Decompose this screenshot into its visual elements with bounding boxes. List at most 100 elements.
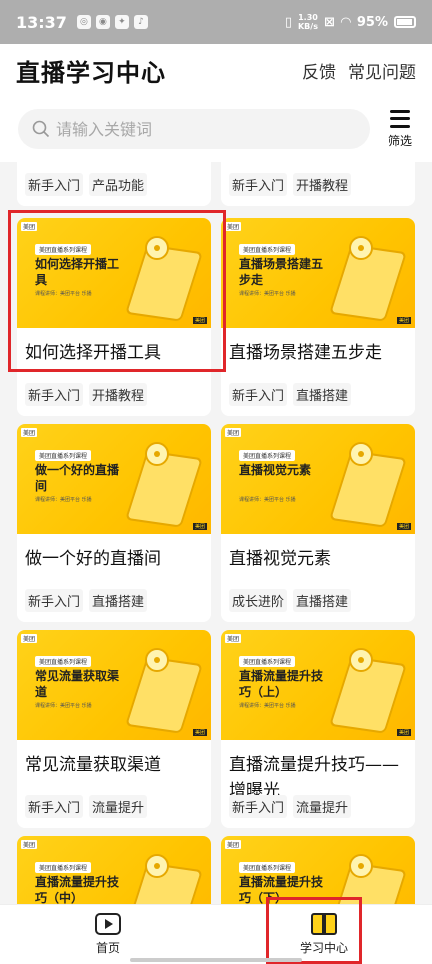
location-pin-icon xyxy=(349,854,373,878)
app-notification-icon: ◉ xyxy=(95,15,110,29)
search-input[interactable] xyxy=(56,119,336,139)
page-title: 直播学习中心 xyxy=(16,58,166,87)
faq-link[interactable]: 常见问题 xyxy=(348,58,416,83)
filter-label: 筛选 xyxy=(387,133,412,148)
tag[interactable]: 流量提升 xyxy=(89,795,148,818)
tag[interactable]: 开播教程 xyxy=(293,173,352,196)
search-icon xyxy=(32,120,50,138)
status-time: 13:37 xyxy=(16,12,67,32)
card-tags: 新手入门 开播教程 xyxy=(221,173,359,196)
status-right: ▯ 1.30 KB/s ⊠ ◠ 95% xyxy=(285,13,416,31)
card-tags: 新手入门 开播教程 xyxy=(17,383,155,406)
sim-icon: ⊠ xyxy=(323,14,335,30)
card-tags: 新手入门 流量提升 xyxy=(17,795,155,818)
speed-value: 1.30 xyxy=(298,13,318,22)
course-thumbnail: 美团 美团直播系列课程 直播视觉元素 课程讲师：美团平台 乐播 美团 xyxy=(221,424,415,534)
tiktok-icon: ♪ xyxy=(133,15,148,29)
brand-badge: 美团 xyxy=(225,222,242,231)
card-tags: 新手入门 直播搭建 xyxy=(221,383,359,406)
tag[interactable]: 成长进阶 xyxy=(229,589,288,612)
location-pin-icon xyxy=(145,854,169,878)
card-tags: 新手入门 产品功能 xyxy=(17,173,155,196)
tag[interactable]: 新手入门 xyxy=(25,589,84,612)
course-card[interactable]: 美团 美团直播系列课程 直播视觉元素 课程讲师：美团平台 乐播 美团 直播视觉元… xyxy=(221,424,415,622)
nav-home[interactable]: 首页 xyxy=(0,905,216,964)
brand-badge: 美团 xyxy=(225,840,242,849)
bottom-nav: 首页 学习中心 xyxy=(0,904,432,964)
app-notification-icon: ✦ xyxy=(114,15,129,29)
menu-icon xyxy=(390,109,410,128)
tag[interactable]: 新手入门 xyxy=(229,173,288,196)
thumbnail-title: 常见流量获取渠道 xyxy=(35,669,120,699)
location-pin-icon xyxy=(349,442,373,466)
vibrate-icon: ▯ xyxy=(284,14,292,30)
home-indicator xyxy=(130,958,302,962)
tag[interactable]: 新手入门 xyxy=(229,383,288,406)
thumbnail-speaker: 课程讲师：美团平台 乐播 xyxy=(35,497,92,503)
tag[interactable]: 直播搭建 xyxy=(89,589,148,612)
tag[interactable]: 产品功能 xyxy=(89,173,148,196)
notification-icons: ◎ ◉ ✦ ♪ xyxy=(76,15,148,29)
brand-logo: 美团 xyxy=(396,317,411,324)
course-thumbnail: 美团 美团直播系列课程 直播流量提升技巧（中） xyxy=(17,836,211,904)
series-badge: 美团直播系列课程 xyxy=(239,450,296,461)
course-card[interactable]: 美团 美团直播系列课程 做一个好的直播间 课程讲师：美团平台 乐播 美团 做一个… xyxy=(17,424,211,622)
location-pin-icon xyxy=(349,648,373,672)
course-card[interactable]: 新手入门 开播教程 xyxy=(221,162,415,206)
brand-logo: 美团 xyxy=(396,523,411,530)
battery-icon xyxy=(394,16,416,28)
course-card[interactable]: 美团 美团直播系列课程 直播流量提升技巧（下） xyxy=(221,836,415,904)
course-card[interactable]: 美团 美团直播系列课程 直播流量提升技巧（上） 课程讲师：美团平台 乐播 美团 … xyxy=(221,630,415,828)
series-badge: 美团直播系列课程 xyxy=(35,450,92,461)
location-pin-icon xyxy=(145,648,169,672)
series-badge: 美团直播系列课程 xyxy=(239,656,296,667)
header-links: 反馈 常见问题 xyxy=(302,58,416,83)
wifi-icon: ◠ xyxy=(340,14,351,30)
location-pin-icon xyxy=(349,236,373,260)
tag[interactable]: 新手入门 xyxy=(25,173,84,196)
feedback-link[interactable]: 反馈 xyxy=(302,58,336,83)
brand-badge: 美团 xyxy=(21,634,38,643)
battery-percent: 95% xyxy=(356,14,388,30)
thumbnail-speaker: 课程讲师：美团平台 乐播 xyxy=(239,497,296,503)
card-tags: 新手入门 直播搭建 xyxy=(17,589,155,612)
course-thumbnail: 美团 美团直播系列课程 做一个好的直播间 课程讲师：美团平台 乐播 美团 xyxy=(17,424,211,534)
tag[interactable]: 流量提升 xyxy=(293,795,352,818)
thumbnail-speaker: 课程讲师：美团平台 乐播 xyxy=(239,291,296,297)
course-thumbnail: 美团 美团直播系列课程 直播场景搭建五步走 课程讲师：美团平台 乐播 美团 xyxy=(221,218,415,328)
thumbnail-title: 直播视觉元素 xyxy=(239,463,312,477)
course-card[interactable]: 美团 美团直播系列课程 直播场景搭建五步走 课程讲师：美团平台 乐播 美团 直播… xyxy=(221,218,415,416)
brand-badge: 美团 xyxy=(225,634,242,643)
tag[interactable]: 直播搭建 xyxy=(293,589,352,612)
tag[interactable]: 新手入门 xyxy=(25,383,84,406)
thumbnail-title: 做一个好的直播间 xyxy=(35,463,120,493)
speed-unit: KB/s xyxy=(297,22,318,31)
course-thumbnail: 美团 美团直播系列课程 常见流量获取渠道 课程讲师：美团平台 乐播 美团 xyxy=(17,630,211,740)
brand-badge: 美团 xyxy=(21,840,38,849)
status-bar: 13:37 ◎ ◉ ✦ ♪ ▯ 1.30 KB/s ⊠ ◠ 95% xyxy=(0,0,432,44)
highlight-box xyxy=(266,897,362,964)
series-badge: 美团直播系列课程 xyxy=(239,862,296,873)
filter-button[interactable]: 筛选 xyxy=(380,109,420,149)
nav-home-label: 首页 xyxy=(95,941,120,955)
tag[interactable]: 直播搭建 xyxy=(293,383,352,406)
tag[interactable]: 新手入门 xyxy=(229,795,288,818)
tag[interactable]: 开播教程 xyxy=(89,383,148,406)
course-card[interactable]: 新手入门 产品功能 xyxy=(17,162,211,206)
course-card[interactable]: 美团 美团直播系列课程 直播流量提升技巧（中） xyxy=(17,836,211,904)
tv-play-icon xyxy=(95,913,121,935)
course-card[interactable]: 美团 美团直播系列课程 常见流量获取渠道 课程讲师：美团平台 乐播 美团 常见流… xyxy=(17,630,211,828)
card-tags: 成长进阶 直播搭建 xyxy=(221,589,359,612)
brand-logo: 美团 xyxy=(396,729,411,736)
card-tags: 新手入门 流量提升 xyxy=(221,795,359,818)
course-thumbnail: 美团 美团直播系列课程 直播流量提升技巧（上） 课程讲师：美团平台 乐播 美团 xyxy=(221,630,415,740)
brand-logo: 美团 xyxy=(192,523,207,530)
app-notification-icon: ◎ xyxy=(76,15,91,29)
thumbnail-title: 直播场景搭建五步走 xyxy=(239,257,324,287)
series-badge: 美团直播系列课程 xyxy=(35,656,92,667)
search-box[interactable] xyxy=(18,109,370,149)
location-pin-icon xyxy=(145,442,169,466)
search-row: 筛选 xyxy=(0,96,432,162)
thumbnail-title: 直播流量提升技巧（中） xyxy=(35,875,120,904)
tag[interactable]: 新手入门 xyxy=(25,795,84,818)
